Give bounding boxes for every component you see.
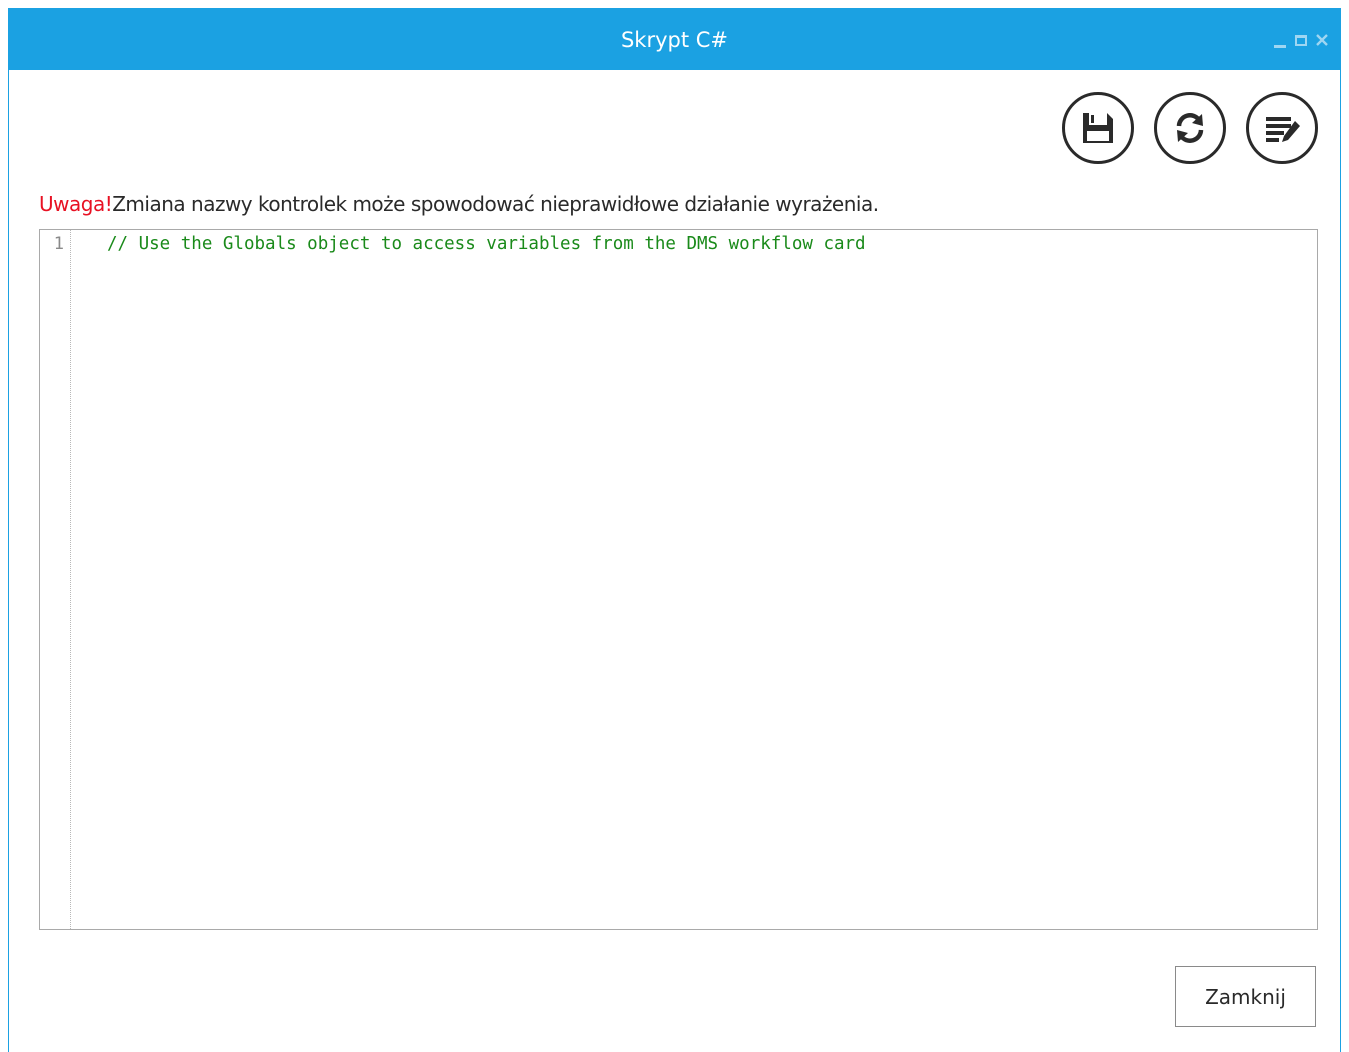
editor-toolbar bbox=[1062, 92, 1318, 164]
minimize-icon bbox=[1274, 45, 1286, 48]
window-title: Skrypt C# bbox=[620, 28, 729, 52]
line-number: 1 bbox=[53, 234, 64, 254]
code-editor[interactable]: 1 // Use the Globals object to access va… bbox=[39, 229, 1318, 930]
close-window-button[interactable] bbox=[1314, 31, 1330, 49]
edit-list-icon bbox=[1266, 117, 1300, 142]
save-button[interactable] bbox=[1062, 92, 1134, 164]
warning-text: Zmiana nazwy kontrolek może spowodować n… bbox=[112, 192, 879, 216]
maximize-icon bbox=[1295, 34, 1307, 46]
window-controls bbox=[1272, 30, 1330, 50]
line-number-gutter: 1 bbox=[40, 230, 71, 929]
format-button[interactable] bbox=[1246, 92, 1318, 164]
warning-message: Uwaga!Zmiana nazwy kontrolek może spowod… bbox=[39, 192, 879, 216]
warning-label: Uwaga! bbox=[39, 192, 113, 216]
title-bar[interactable]: Skrypt C# bbox=[9, 8, 1340, 70]
close-button[interactable]: Zamknij bbox=[1175, 966, 1316, 1027]
maximize-button[interactable] bbox=[1293, 31, 1309, 49]
refresh-button[interactable] bbox=[1154, 92, 1226, 164]
refresh-icon bbox=[1176, 113, 1204, 143]
save-icon bbox=[1083, 113, 1113, 143]
minimize-button[interactable] bbox=[1272, 31, 1288, 49]
close-icon bbox=[1316, 34, 1328, 46]
dialog-window: Skrypt C# Uwaga!Zmiana nazwy kontrolek m… bbox=[8, 8, 1341, 1052]
code-line[interactable]: // Use the Globals object to access vari… bbox=[107, 234, 866, 254]
